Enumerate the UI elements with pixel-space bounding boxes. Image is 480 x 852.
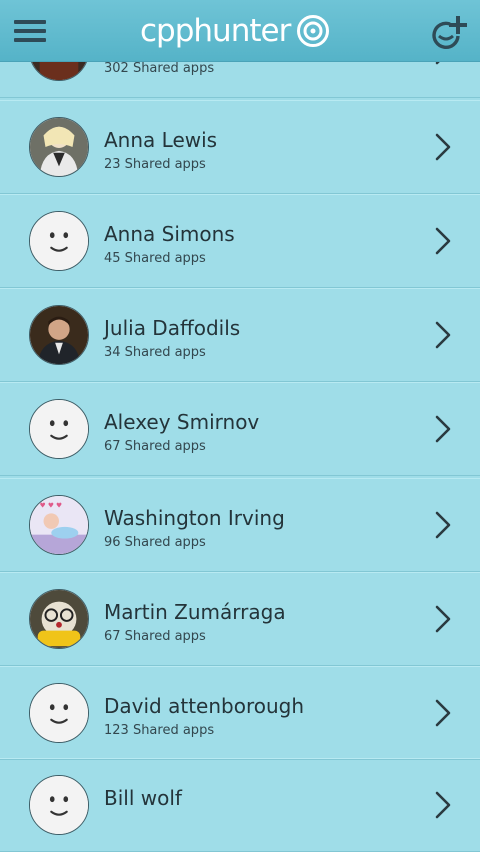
target-icon: [297, 15, 330, 47]
chevron-right-icon: [435, 699, 451, 727]
shared-apps-count: 96 Shared apps: [104, 535, 206, 550]
app-header: cpphunter: [0, 0, 480, 62]
app-logo: cpphunter: [140, 10, 330, 52]
contact-name: Alexey Smirnov: [104, 410, 260, 434]
list-item[interactable]: Julia Daffodils 34 Shared apps: [0, 288, 480, 382]
contact-name: Anna Simons: [104, 222, 235, 246]
svg-text:♥ ♥ ♥: ♥ ♥ ♥: [40, 502, 62, 510]
chevron-right-icon: [435, 511, 451, 539]
contact-name: Julia Daffodils: [104, 316, 241, 340]
menu-button[interactable]: [14, 20, 46, 44]
logo-text: cpphunter: [140, 13, 291, 49]
avatar: [29, 305, 89, 365]
list-item[interactable]: Anna Simons 45 Shared apps: [0, 194, 480, 288]
list-item[interactable]: Bill wolf: [0, 758, 480, 852]
chevron-right-icon: [435, 133, 451, 161]
avatar: [29, 117, 89, 177]
chevron-right-icon: [435, 415, 451, 443]
contact-name: David attenborough: [104, 694, 305, 718]
shared-apps-count: 34 Shared apps: [104, 345, 206, 360]
avatar: ♥ ♥ ♥: [29, 495, 89, 555]
chevron-right-icon: [435, 791, 451, 819]
chevron-right-icon: [435, 227, 451, 255]
shared-apps-count: 123 Shared apps: [104, 723, 215, 738]
shared-apps-count: 67 Shared apps: [104, 439, 206, 454]
add-user-icon[interactable]: [430, 14, 468, 50]
list-item[interactable]: Alexey Smirnov 67 Shared apps: [0, 382, 480, 476]
avatar: [29, 589, 89, 649]
list-item[interactable]: Martin Zumárraga 67 Shared apps: [0, 572, 480, 666]
shared-apps-count: 67 Shared apps: [104, 629, 206, 644]
avatar: [29, 775, 89, 835]
contact-name: Anna Lewis: [104, 128, 218, 152]
shared-apps-count: 45 Shared apps: [104, 251, 206, 266]
list-item[interactable]: Anna Lewis 23 Shared apps: [0, 100, 480, 194]
shared-apps-count: 302 Shared apps: [104, 61, 215, 76]
contact-name: Washington Irving: [104, 506, 285, 530]
shared-apps-count: 23 Shared apps: [104, 157, 206, 172]
chevron-right-icon: [435, 605, 451, 633]
avatar: [29, 683, 89, 743]
avatar: [29, 399, 89, 459]
chevron-right-icon: [435, 321, 451, 349]
list-item[interactable]: David attenborough 123 Shared apps: [0, 666, 480, 760]
contact-name: Martin Zumárraga: [104, 600, 286, 624]
avatar: [29, 211, 89, 271]
list-item[interactable]: ♥ ♥ ♥ Washington Irving 96 Shared apps: [0, 478, 480, 572]
contact-name: Bill wolf: [104, 786, 182, 810]
menu-icon: [14, 20, 46, 24]
